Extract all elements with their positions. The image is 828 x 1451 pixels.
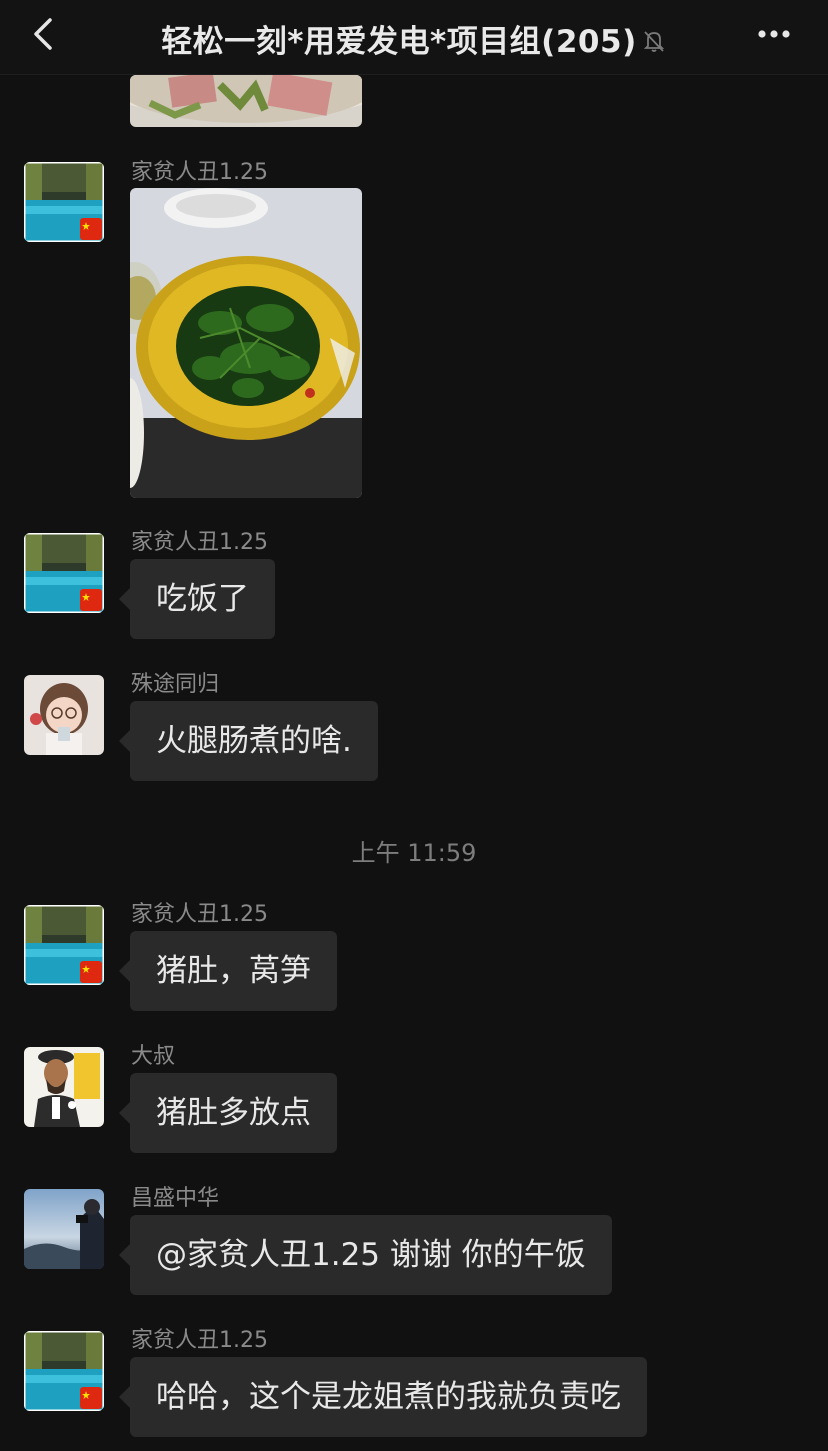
china-flag-icon	[80, 218, 102, 240]
avatar[interactable]	[24, 905, 104, 985]
avatar[interactable]	[24, 675, 104, 755]
man-avatar-image	[24, 1047, 104, 1127]
message-bubble[interactable]: 哈哈，这个是龙姐煮的我就负责吃	[119, 1357, 647, 1437]
avatar[interactable]	[24, 162, 104, 242]
more-options-button[interactable]	[754, 22, 794, 46]
food-photo	[130, 75, 362, 127]
chat-image[interactable]	[130, 188, 362, 498]
sender-name: 大叔	[131, 1044, 176, 1069]
avatar[interactable]	[24, 533, 104, 613]
message-bubble[interactable]: @家贫人丑1.25 谢谢 你的午饭	[119, 1215, 612, 1295]
girl-avatar-image	[24, 675, 104, 755]
food-photo	[130, 188, 362, 498]
message-bubble[interactable]: 猪肚多放点	[119, 1073, 337, 1153]
avatar[interactable]	[24, 1047, 104, 1127]
china-flag-icon	[80, 961, 102, 983]
timestamp: 上午 11:59	[351, 839, 477, 867]
sender-name: 家贫人丑1.25	[131, 160, 268, 185]
sender-name: 家贫人丑1.25	[131, 902, 268, 927]
china-flag-icon	[80, 589, 102, 611]
chat-title: 轻松一刻*用爱发电*项目组(205)	[0, 16, 828, 61]
message-bubble[interactable]: 猪肚，莴笋	[119, 931, 337, 1011]
message-bubble[interactable]: 火腿肠煮的啥.	[119, 701, 378, 781]
chat-image-partial[interactable]	[130, 75, 362, 127]
sender-name: 家贫人丑1.25	[131, 1328, 268, 1353]
china-flag-icon	[80, 1387, 102, 1409]
sender-name: 家贫人丑1.25	[131, 530, 268, 555]
avatar[interactable]	[24, 1331, 104, 1411]
group-name: 轻松一刻*用爱发电*项目组(205)	[161, 24, 637, 60]
photographer-avatar-image	[24, 1189, 104, 1269]
sender-name: 昌盛中华	[131, 1186, 220, 1211]
avatar[interactable]	[24, 1189, 104, 1269]
chat-header: 轻松一刻*用爱发电*项目组(205)	[0, 0, 828, 75]
sender-name: 殊途同归	[131, 672, 220, 697]
bell-off-icon	[643, 31, 664, 52]
message-bubble[interactable]: 吃饭了	[119, 559, 275, 639]
